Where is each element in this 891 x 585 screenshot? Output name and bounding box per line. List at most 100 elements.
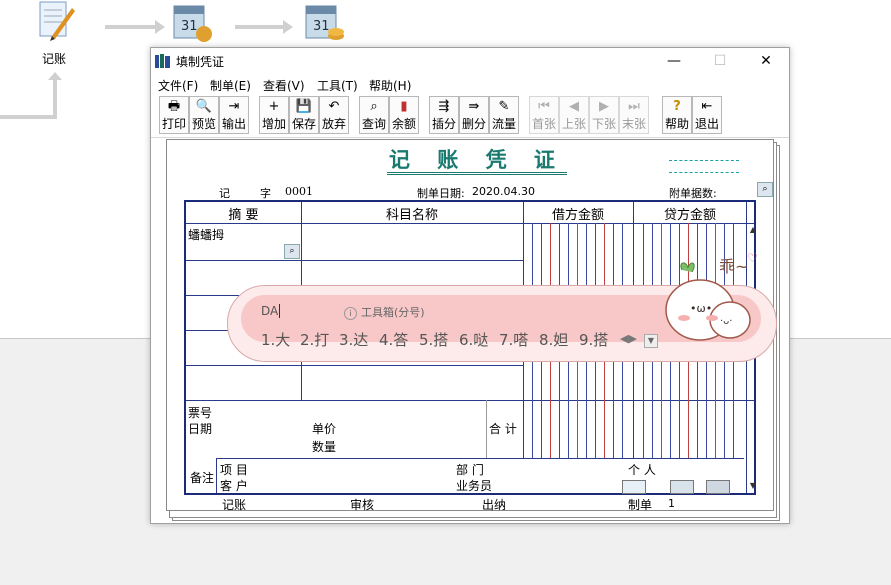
menu-voucher[interactable]: 制单(E): [210, 77, 251, 94]
ime-candidate[interactable]: 1.大: [261, 329, 290, 350]
ime-candidate[interactable]: 8.妲: [539, 329, 568, 350]
last-voucher-button[interactable]: ⏭ 末张: [619, 96, 649, 134]
search-icon[interactable]: ⌕: [757, 182, 773, 197]
svg-text:31: 31: [181, 19, 198, 34]
ime-candidate[interactable]: 9.搭: [579, 329, 608, 350]
undo-icon: ↶: [328, 99, 340, 114]
binoculars-icon: ⌕: [370, 99, 378, 114]
total-label: 合 计: [489, 422, 517, 436]
menu-help[interactable]: 帮助(H): [369, 77, 411, 94]
dashed-line: [669, 172, 739, 173]
last-icon: ⏭: [628, 99, 640, 114]
export-button[interactable]: ⇥ 输出: [219, 96, 249, 134]
menu-file[interactable]: 文件(F): [158, 77, 198, 94]
menu-view[interactable]: 查看(V): [263, 77, 305, 94]
app-books-icon: [155, 54, 171, 68]
footer-bookkeeping: 记账: [222, 498, 247, 512]
print-button[interactable]: 🖶 打印: [159, 96, 189, 134]
column-debit: 借方金额: [551, 208, 604, 223]
delete-row-icon: ⇛: [468, 99, 480, 114]
svg-text:31: 31: [313, 19, 330, 34]
menu-bar: 文件(F) 制单(E) 查看(V) 工具(T) 帮助(H): [151, 75, 789, 95]
ime-expand-icon[interactable]: ▼: [644, 334, 658, 348]
ime-candidate[interactable]: 3.达: [339, 329, 368, 350]
scroll-up-icon[interactable]: ▲: [747, 224, 759, 236]
info-icon: i: [344, 307, 357, 320]
card-icon[interactable]: [622, 480, 646, 494]
summary-cell[interactable]: 蟠蟠拇: [188, 226, 224, 243]
calendar-coins-icon[interactable]: 31: [302, 0, 346, 44]
delete-entry-button[interactable]: ⇛ 删分: [459, 96, 489, 134]
prev-voucher-button[interactable]: ◀ 上张: [559, 96, 589, 134]
add-button[interactable]: + 增加: [259, 96, 289, 134]
voucher-title: 记 账 凭 证: [387, 148, 567, 175]
dashed-line: [669, 160, 739, 161]
preview-button[interactable]: 🔍 预览: [189, 96, 219, 134]
person-label: 个 人: [628, 463, 656, 477]
ime-page-arrows-icon[interactable]: ◀▶: [620, 332, 637, 345]
next-icon: ▶: [599, 99, 609, 114]
ime-composition-text: DA: [261, 304, 281, 318]
ime-candidate[interactable]: 2.打: [300, 329, 329, 350]
add-icon: +: [268, 99, 280, 114]
ime-candidate[interactable]: 6.哒: [459, 329, 488, 350]
id-card-icon[interactable]: [670, 480, 694, 494]
help-button[interactable]: ? 帮助: [662, 96, 692, 134]
exit-icon: ⇤: [701, 99, 713, 114]
grid-line: [486, 400, 487, 458]
toolbar: 🖶 打印 🔍 预览 ⇥ 输出 + 增加 💾 保存 ↶ 放弃 ⌕ 查询 ▮ 余额 ⇶ 插分 ⇛ 删分 …: [151, 95, 789, 138]
scroll-down-icon[interactable]: ▼: [747, 480, 759, 492]
ime-candidate[interactable]: 4.答: [379, 329, 408, 350]
grid-line: [216, 458, 217, 493]
calendar-icon[interactable]: 31: [170, 0, 214, 44]
export-icon: ⇥: [228, 99, 240, 114]
flow-connector: [53, 75, 57, 115]
ime-candidate[interactable]: 7.嗒: [499, 329, 528, 350]
ime-candidate[interactable]: 5.搭: [419, 329, 448, 350]
attachments-label: 附单据数:: [669, 187, 717, 200]
query-button[interactable]: ⌕ 查询: [359, 96, 389, 134]
balance-chart-icon: ▮: [400, 99, 408, 114]
save-button[interactable]: 💾 保存: [289, 96, 319, 134]
search-icon[interactable]: ⌕: [284, 244, 300, 259]
department-label: 部 门: [456, 463, 484, 477]
insert-entry-button[interactable]: ⇶ 插分: [429, 96, 459, 134]
minimize-button[interactable]: —: [651, 48, 697, 74]
maximize-button[interactable]: ☐: [697, 48, 743, 74]
svg-text:·ᴗ·: ·ᴗ·: [720, 316, 732, 327]
footer-cashier: 出纳: [482, 498, 507, 512]
discard-button[interactable]: ↶ 放弃: [319, 96, 349, 134]
column-summary: 摘 要: [228, 208, 259, 223]
close-button[interactable]: ✕: [743, 48, 789, 74]
calculator-icon[interactable]: [706, 480, 730, 494]
grid-line: [186, 260, 523, 261]
svg-text:•ω•: •ω•: [690, 302, 712, 315]
next-voucher-button[interactable]: ▶ 下张: [589, 96, 619, 134]
window-title: 填制凭证: [176, 55, 225, 69]
help-icon: ?: [673, 99, 681, 114]
prev-icon: ◀: [569, 99, 579, 114]
grid-line: [216, 458, 744, 459]
balance-button[interactable]: ▮ 余额: [389, 96, 419, 134]
title-bar: 填制凭证 — ☐ ✕: [151, 48, 789, 74]
bookkeeping-label: 记账: [42, 52, 67, 66]
voucher-date[interactable]: 2020.04.30: [472, 185, 535, 198]
column-account: 科目名称: [385, 208, 438, 223]
first-voucher-button[interactable]: ⏮ 首张: [529, 96, 559, 134]
salesperson-label: 业务员: [456, 479, 493, 493]
voucher-number[interactable]: 0001: [285, 185, 313, 198]
flow-arrow: [105, 20, 165, 34]
ime-toolbox-hint[interactable]: i 工具箱(分号): [344, 304, 425, 320]
cashflow-button[interactable]: ✎ 流量: [489, 96, 519, 134]
project-label: 项 目: [220, 463, 248, 477]
mascot-text: 乖~: [719, 257, 749, 276]
voucher-type[interactable]: 记: [219, 185, 230, 201]
bookkeeping-icon[interactable]: [32, 0, 76, 44]
heart-icon: ♡: [747, 251, 758, 265]
menu-tools[interactable]: 工具(T): [317, 77, 358, 94]
customer-label: 客 户: [220, 479, 248, 493]
flow-connector: [0, 115, 57, 119]
footer-maker-value: 1: [668, 497, 675, 510]
grid-line: [186, 365, 523, 366]
exit-button[interactable]: ⇤ 退出: [692, 96, 722, 134]
